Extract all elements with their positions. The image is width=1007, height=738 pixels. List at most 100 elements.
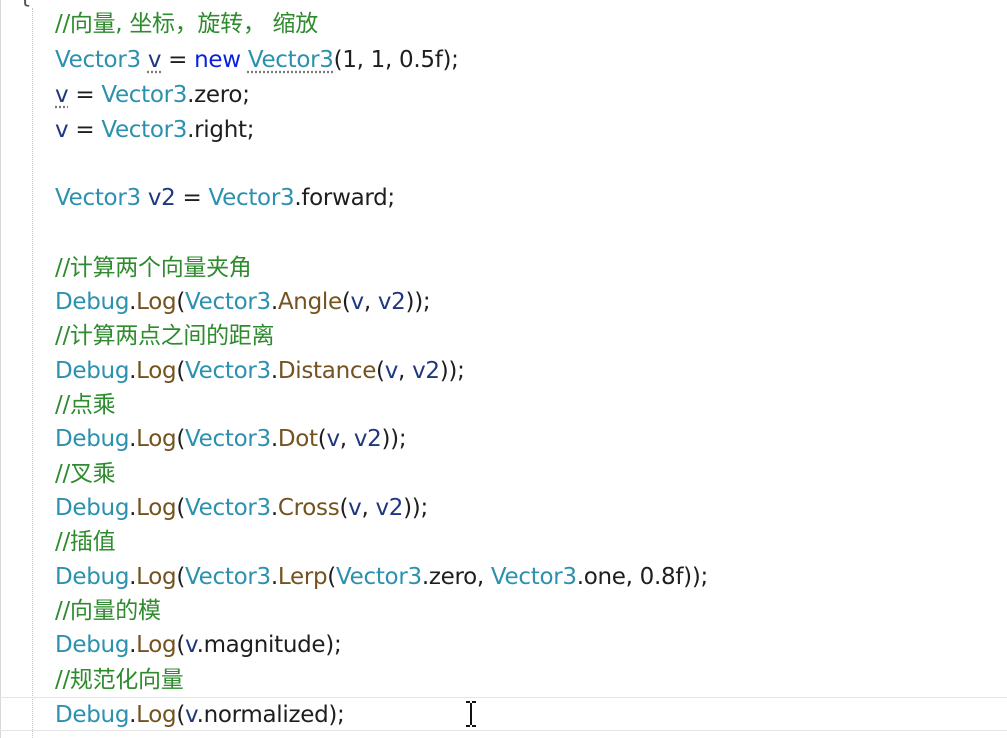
code-text: .one, 0.8f)); [576, 564, 709, 590]
variable-token: v [55, 82, 69, 108]
variable-token: v [185, 632, 197, 658]
code-text: )); [405, 289, 431, 315]
variable-token: v2 [412, 358, 440, 384]
type-token: Vector3 [490, 564, 577, 590]
code-line-comment[interactable]: //计算两点之间的距离 [55, 319, 275, 353]
method-token: Log [136, 495, 177, 521]
code-line-comment[interactable]: //规范化向量 [55, 663, 184, 697]
class-token: Debug [55, 564, 130, 590]
code-line-comment[interactable]: //向量的模 [55, 594, 161, 628]
code-text: )); [439, 358, 465, 384]
type-token: Vector3 [185, 495, 271, 521]
dot-token: . [270, 289, 278, 315]
type-token: Vector3 [185, 289, 271, 315]
method-token: Log [136, 289, 177, 315]
text-cursor-icon [466, 701, 476, 727]
variable-token: v [384, 358, 399, 384]
separator-token: , [339, 426, 354, 452]
method-token: Lerp [277, 564, 328, 590]
code-text: .zero, [421, 564, 491, 590]
paren-token: ( [376, 358, 385, 384]
code-line-comment[interactable]: //向量, 坐标，旋转， 缩放 [55, 7, 318, 41]
operator-token: = [161, 47, 195, 73]
variable-token: v [350, 289, 365, 315]
dot-token: . [270, 495, 278, 521]
paren-token: ( [176, 426, 186, 452]
operator-token: = [175, 185, 209, 211]
paren-token: ( [176, 495, 186, 521]
indent-guide [32, 8, 33, 738]
code-line[interactable]: Debug.Log(Vector3.Dot(v, v2)); [55, 422, 407, 456]
class-token: Debug [55, 632, 130, 658]
code-text: .normalized); [196, 702, 345, 728]
type-token: Vector3 [185, 564, 271, 590]
variable-token: v [326, 426, 340, 452]
separator-token: , [361, 495, 376, 521]
code-line-comment[interactable]: //计算两个向量夹角 [55, 251, 252, 285]
operator-token: = [68, 82, 102, 108]
paren-token: ( [176, 289, 186, 315]
code-text: .forward; [294, 185, 395, 211]
code-line[interactable]: Debug.Log(Vector3.Distance(v, v2)); [55, 354, 465, 388]
paren-token: ( [339, 495, 349, 521]
code-line[interactable]: Vector3 v2 = Vector3.forward; [55, 181, 395, 215]
separator-token: , [363, 289, 378, 315]
dot-token: . [270, 564, 278, 590]
method-token: Log [136, 426, 177, 452]
paren-token: ( [176, 632, 186, 658]
code-line-comment[interactable]: //叉乘 [55, 457, 116, 491]
variable-token: v2 [375, 495, 404, 521]
method-token: Log [136, 702, 177, 728]
code-line[interactable]: Debug.Log(Vector3.Lerp(Vector3.zero, Vec… [55, 560, 708, 594]
method-token: Log [136, 358, 177, 384]
operator-token: = [68, 117, 102, 143]
open-brace: { [18, 0, 32, 9]
variable-token: v2 [377, 289, 406, 315]
paren-token: ( [176, 358, 186, 384]
keyword-token: new [194, 47, 241, 73]
paren-token: ( [341, 289, 351, 315]
method-token: Distance [277, 358, 377, 384]
method-token: Dot [277, 426, 318, 452]
code-line[interactable]: Debug.Log(Vector3.Angle(v, v2)); [55, 285, 431, 319]
variable-token: v [147, 47, 162, 73]
method-token: Log [136, 564, 177, 590]
paren-token: ( [176, 702, 186, 728]
code-line-comment[interactable]: //插值 [55, 525, 116, 559]
code-line[interactable]: Debug.Log(Vector3.Cross(v, v2)); [55, 491, 428, 525]
code-line[interactable]: Vector3 v = new Vector3(1, 1, 0.5f); [55, 43, 459, 77]
variable-token: v2 [353, 426, 382, 452]
type-token: Vector3 [55, 185, 141, 211]
type-token: Vector3 [208, 185, 295, 211]
code-line[interactable]: v = Vector3.zero; [55, 78, 250, 112]
code-text: )); [381, 426, 407, 452]
dot-token: . [270, 358, 278, 384]
dot-token: . [270, 426, 278, 452]
code-text: .right; [187, 117, 255, 143]
class-token: Debug [55, 426, 130, 452]
code-line[interactable]: v = Vector3.right; [55, 113, 254, 147]
type-token: Vector3 [247, 47, 334, 73]
code-text: .magnitude); [196, 632, 342, 658]
paren-token: ( [327, 564, 336, 590]
type-token: Vector3 [185, 426, 271, 452]
code-text: .zero; [187, 82, 250, 108]
type-token: Vector3 [55, 47, 141, 73]
code-editor[interactable]: { //向量, 坐标，旋转， 缩放 Vector3 v = new Vector… [0, 0, 1007, 738]
variable-token: v [185, 702, 197, 728]
class-token: Debug [55, 358, 130, 384]
code-line[interactable]: Debug.Log(v.magnitude); [55, 628, 342, 662]
editor-margin-line [0, 0, 1, 738]
code-text: )); [403, 495, 428, 521]
type-token: Vector3 [185, 358, 271, 384]
code-line-current[interactable]: Debug.Log(v.normalized); [0, 697, 1007, 731]
class-token: Debug [55, 702, 130, 728]
method-token: Log [136, 632, 177, 658]
variable-token: v [348, 495, 362, 521]
code-line-comment[interactable]: //点乘 [55, 388, 116, 422]
separator-token: , [398, 358, 413, 384]
method-token: Cross [277, 495, 340, 521]
type-token: Vector3 [101, 117, 188, 143]
class-token: Debug [55, 289, 130, 315]
class-token: Debug [55, 495, 130, 521]
